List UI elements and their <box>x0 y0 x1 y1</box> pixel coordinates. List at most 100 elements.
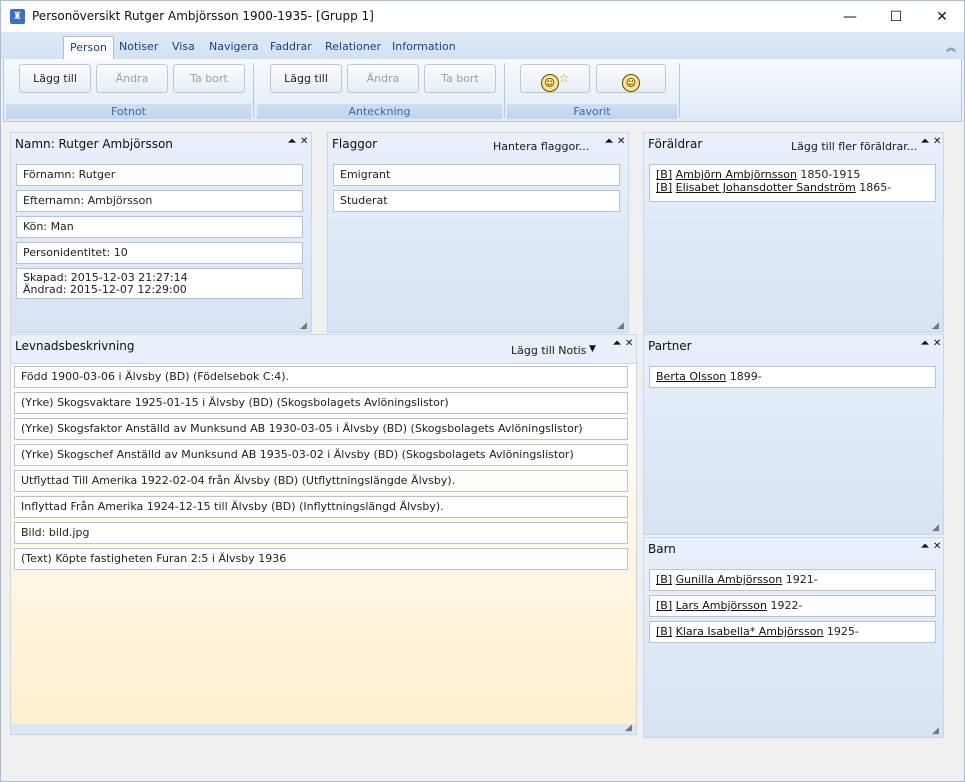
close-icon[interactable]: ✕ <box>617 136 625 147</box>
source-tag[interactable]: [B] <box>656 573 672 586</box>
ribbon: Lägg till Ändra Ta bort Fotnot Lägg till… <box>3 59 962 122</box>
panel-header: Flaggor Hantera flaggor... ⏶ ✕ <box>328 133 628 159</box>
resize-grip-icon[interactable]: ◢ <box>617 321 627 331</box>
ribbon-separator <box>679 63 680 117</box>
app-icon: ♜ <box>10 9 25 24</box>
flag-item[interactable]: Emigrant <box>333 164 620 186</box>
list-item[interactable]: [B] Lars Ambjörsson 1922- <box>649 595 936 617</box>
source-tag[interactable]: [B] <box>656 168 672 181</box>
person-link[interactable]: Klara Isabella* Ambjörsson <box>676 625 824 638</box>
list-item[interactable]: [B] Gunilla Ambjörsson 1921- <box>649 569 936 591</box>
tab-visa[interactable]: Visa <box>166 36 201 59</box>
life-event-item[interactable]: (Text) Köpte fastigheten Furan 2:5 i Älv… <box>14 548 628 570</box>
add-favorite-button[interactable]: ☺ ☆ <box>520 64 590 93</box>
list-item[interactable]: Berta Olsson 1899- <box>649 366 936 388</box>
flag-item[interactable]: Studerat <box>333 190 620 212</box>
anteckning-delete-button[interactable]: Ta bort <box>424 64 496 93</box>
collapse-arrow-icon[interactable]: ⏶ <box>613 338 621 349</box>
fotnot-delete-button[interactable]: Ta bort <box>173 64 245 93</box>
ribbon-group-label: Favorit <box>507 104 677 119</box>
panel-flaggor: Flaggor Hantera flaggor... ⏶ ✕ Emigrant … <box>327 132 629 333</box>
years: 1899- <box>729 370 762 383</box>
face-icon: ☺ <box>622 74 640 92</box>
ribbon-group-favorit: ☺ ☆ ☺ Favorit <box>507 59 677 121</box>
add-note-link[interactable]: Lägg till Notis <box>511 344 586 357</box>
star-icon: ☆ <box>558 71 570 85</box>
life-event-item[interactable]: (Yrke) Skogsfaktor Anställd av Munksund … <box>14 418 628 440</box>
collapse-arrow-icon[interactable]: ⏶ <box>921 338 929 349</box>
collapse-arrow-icon[interactable]: ⏶ <box>921 136 929 147</box>
panel-title: Namn: Rutger Ambjörsson <box>15 137 173 151</box>
panel-foraldrar: Föräldrar Lägg till fler föräldrar... ⏶ … <box>643 132 944 333</box>
life-event-item[interactable]: Bild: bild.jpg <box>14 522 628 544</box>
life-event-item[interactable]: (Yrke) Skogsvaktare 1925-01-15 i Älvsby … <box>14 392 628 414</box>
life-event-item[interactable]: Inflyttad Från Amerika 1924-12-15 till Ä… <box>14 496 628 518</box>
fotnot-add-button[interactable]: Lägg till <box>19 64 91 93</box>
manage-flags-link[interactable]: Hantera flaggor... <box>493 140 589 153</box>
life-event-item[interactable]: (Yrke) Skogschef Anställd av Munksund AB… <box>14 444 628 466</box>
field-efternamn[interactable]: Efternamn: Ambjörsson <box>16 190 303 212</box>
years: 1865- <box>859 181 892 194</box>
maximize-button[interactable]: ☐ <box>873 1 919 32</box>
close-icon[interactable]: ✕ <box>933 136 941 147</box>
close-icon[interactable]: ✕ <box>300 136 308 147</box>
ribbon-separator <box>253 63 254 117</box>
app-window: ♜ Personöversikt Rutger Ambjörsson 1900-… <box>0 0 965 782</box>
ribbon-group-label: Fotnot <box>6 104 251 119</box>
fotnot-edit-button[interactable]: Ändra <box>96 64 168 93</box>
collapse-arrow-icon[interactable]: ⏶ <box>921 541 929 552</box>
resize-grip-icon[interactable]: ◢ <box>932 726 942 736</box>
panel-header: Levnadsbeskrivning Lägg till Notis ▼ ⏶ ✕ <box>11 335 636 361</box>
source-tag[interactable]: [B] <box>656 625 672 638</box>
dropdown-arrow-icon[interactable]: ▼ <box>589 344 596 354</box>
list-item[interactable]: [B] Ambjörn Ambjörnsson 1850-1915 <box>656 168 929 181</box>
collapse-arrow-icon[interactable]: ⏶ <box>605 136 613 147</box>
anteckning-edit-button[interactable]: Ändra <box>347 64 419 93</box>
tab-information[interactable]: Information <box>386 36 462 59</box>
close-icon[interactable]: ✕ <box>625 338 633 349</box>
tab-navigera[interactable]: Navigera <box>203 36 265 59</box>
resize-grip-icon[interactable]: ◢ <box>625 723 635 733</box>
tab-faddrar[interactable]: Faddrar <box>264 36 318 59</box>
field-kon[interactable]: Kön: Man <box>16 216 303 238</box>
minimize-button[interactable]: — <box>827 1 873 32</box>
resize-grip-icon[interactable]: ◢ <box>932 321 942 331</box>
anteckning-add-button[interactable]: Lägg till <box>270 64 342 93</box>
changed-timestamp: Ändrad: 2015-12-07 12:29:00 <box>23 283 187 296</box>
field-timestamps: Skapad: 2015-12-03 21:27:14 Ändrad: 2015… <box>16 268 303 299</box>
person-link[interactable]: Lars Ambjörsson <box>676 599 767 612</box>
person-link[interactable]: Elisabet Johansdotter Sandström <box>676 181 856 194</box>
close-icon[interactable]: ✕ <box>933 338 941 349</box>
field-fornamn[interactable]: Förnamn: Rutger <box>16 164 303 186</box>
resize-grip-icon[interactable]: ◢ <box>932 523 942 533</box>
ribbon-group-fotnot: Lägg till Ändra Ta bort Fotnot <box>6 59 251 121</box>
panel-header: Namn: Rutger Ambjörsson ⏶ ✕ <box>11 133 311 159</box>
close-button[interactable]: ✕ <box>919 1 965 32</box>
source-tag[interactable]: [B] <box>656 599 672 612</box>
person-link[interactable]: Gunilla Ambjörsson <box>676 573 783 586</box>
source-tag[interactable]: [B] <box>656 181 672 194</box>
years: 1850-1915 <box>800 168 861 181</box>
panel-barn: Barn ⏶ ✕ [B] Gunilla Ambjörsson 1921- [B… <box>643 537 944 738</box>
close-icon[interactable]: ✕ <box>933 541 941 552</box>
add-parents-link[interactable]: Lägg till fler föräldrar... <box>791 140 917 153</box>
tab-notiser[interactable]: Notiser <box>113 36 164 59</box>
panel-levnadsbeskrivning: Levnadsbeskrivning Lägg till Notis ▼ ⏶ ✕… <box>10 334 637 735</box>
life-event-item[interactable]: Född 1900-03-06 i Älvsby (BD) (Födelsebo… <box>14 366 628 388</box>
years: 1921- <box>785 573 818 586</box>
list-item[interactable]: [B] Elisabet Johansdotter Sandström 1865… <box>656 181 929 194</box>
collapse-arrow-icon[interactable]: ⏶ <box>288 136 296 147</box>
tab-relationer[interactable]: Relationer <box>319 36 387 59</box>
panel-header: Partner ⏶ ✕ <box>644 335 943 361</box>
person-link[interactable]: Berta Olsson <box>656 370 726 383</box>
panel-header: Barn ⏶ ✕ <box>644 538 943 564</box>
life-event-item[interactable]: Utflyttad Till Amerika 1922-02-04 från Ä… <box>14 470 628 492</box>
field-personidentitet[interactable]: Personidentitet: 10 <box>16 242 303 264</box>
ribbon-collapse-icon[interactable]: ︽ <box>946 39 956 54</box>
life-events-list: Född 1900-03-06 i Älvsby (BD) (Födelsebo… <box>11 363 636 724</box>
person-link[interactable]: Ambjörn Ambjörnsson <box>676 168 797 181</box>
favorite-person-button[interactable]: ☺ <box>596 64 666 93</box>
resize-grip-icon[interactable]: ◢ <box>300 321 310 331</box>
list-item[interactable]: [B] Klara Isabella* Ambjörsson 1925- <box>649 621 936 643</box>
tab-person[interactable]: Person <box>63 36 114 59</box>
